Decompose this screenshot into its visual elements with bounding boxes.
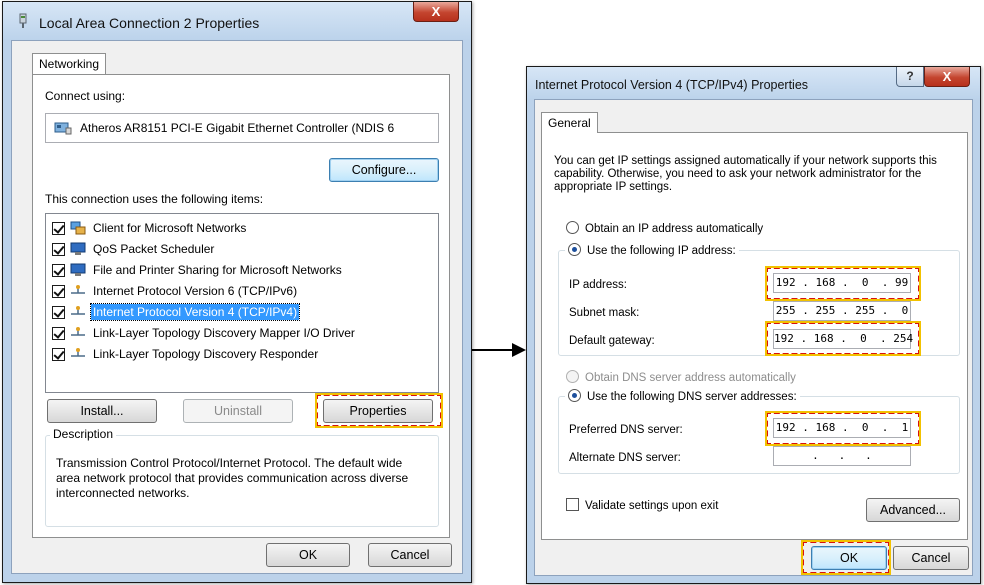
protocol-icon xyxy=(70,326,86,340)
list-item[interactable]: Link-Layer Topology Discovery Mapper I/O… xyxy=(52,323,357,343)
description-group: Description Transmission Control Protoco… xyxy=(45,427,439,527)
item-label: Internet Protocol Version 4 (TCP/IPv4) xyxy=(89,303,301,321)
use-dns-radio[interactable]: Use the following DNS server addresses: xyxy=(565,389,800,403)
advanced-button[interactable]: Advanced... xyxy=(866,498,960,522)
ok-button[interactable]: OK xyxy=(811,546,887,570)
item-label: Link-Layer Topology Discovery Responder xyxy=(93,347,319,361)
install-button[interactable]: Install... xyxy=(47,399,157,423)
properties-button[interactable]: Properties xyxy=(323,399,433,423)
tab-networking[interactable]: Networking xyxy=(32,53,107,74)
ip-settings-group: Use the following IP address: IP address… xyxy=(558,243,960,356)
item-checkbox[interactable] xyxy=(52,347,65,361)
ip-address-field[interactable]: 192 . 168 . 0 . 99 xyxy=(773,273,911,293)
protocol-icon xyxy=(70,284,86,298)
close-icon: X xyxy=(431,4,441,19)
item-label: QoS Packet Scheduler xyxy=(93,242,215,256)
computer-icon xyxy=(70,263,86,277)
dialog-body: General You can get IP settings assigned… xyxy=(534,99,973,576)
network-adapter-icon xyxy=(19,13,27,28)
dialog-body: Networking Connect using: Atheros AR8151… xyxy=(11,40,463,574)
computer-icon xyxy=(70,242,86,256)
list-item[interactable]: Internet Protocol Version 6 (TCP/IPv6) xyxy=(52,281,299,301)
items-label: This connection uses the following items… xyxy=(45,192,264,206)
item-label: Client for Microsoft Networks xyxy=(93,221,247,235)
general-panel: You can get IP settings assigned automat… xyxy=(541,132,968,540)
description-text: Transmission Control Protocol/Internet P… xyxy=(56,456,409,500)
cancel-button[interactable]: Cancel xyxy=(368,543,452,567)
title-bar[interactable]: Local Area Connection 2 Properties X xyxy=(3,2,471,40)
list-item[interactable]: Client for Microsoft Networks xyxy=(52,218,248,238)
item-checkbox[interactable] xyxy=(52,326,65,340)
protocol-icon xyxy=(70,305,86,319)
close-button[interactable]: X xyxy=(924,67,970,87)
networking-panel: Connect using: Atheros AR8151 PCI-E Giga… xyxy=(32,74,450,538)
close-button[interactable]: X xyxy=(413,2,459,22)
default-gateway-label: Default gateway: xyxy=(569,335,655,347)
item-checkbox[interactable] xyxy=(52,284,65,298)
help-icon: ? xyxy=(906,69,914,83)
arrow-right-icon xyxy=(472,343,526,357)
list-item[interactable]: QoS Packet Scheduler xyxy=(52,239,216,259)
ip-address-label: IP address: xyxy=(569,279,627,291)
list-item[interactable]: File and Printer Sharing for Microsoft N… xyxy=(52,260,344,280)
window-title: Internet Protocol Version 4 (TCP/IPv4) P… xyxy=(535,78,809,92)
item-checkbox[interactable] xyxy=(52,242,65,256)
title-bar[interactable]: Internet Protocol Version 4 (TCP/IPv4) P… xyxy=(527,67,980,99)
tab-general[interactable]: General xyxy=(541,112,598,133)
preferred-dns-field[interactable]: 192 . 168 . 0 . 1 xyxy=(773,418,911,438)
item-label: File and Printer Sharing for Microsoft N… xyxy=(93,263,342,277)
uninstall-button[interactable]: Uninstall xyxy=(183,399,293,423)
local-area-connection-properties-window: Local Area Connection 2 Properties X Net… xyxy=(2,1,472,583)
adapter-name: Atheros AR8151 PCI-E Gigabit Ethernet Co… xyxy=(80,121,395,135)
item-checkbox[interactable] xyxy=(52,263,65,277)
list-item[interactable]: Link-Layer Topology Discovery Responder xyxy=(52,344,320,364)
preferred-dns-label: Preferred DNS server: xyxy=(569,424,683,436)
protocol-icon xyxy=(70,347,86,361)
validate-checkbox[interactable]: Validate settings upon exit xyxy=(566,498,718,512)
window-title: Local Area Connection 2 Properties xyxy=(39,15,260,31)
item-label: Link-Layer Topology Discovery Mapper I/O… xyxy=(93,326,355,340)
use-ip-radio[interactable]: Use the following IP address: xyxy=(565,243,739,257)
network-client-icon xyxy=(70,221,86,235)
dns-settings-group: Use the following DNS server addresses: … xyxy=(558,389,960,474)
cancel-button[interactable]: Cancel xyxy=(893,546,969,570)
help-button[interactable]: ? xyxy=(896,67,924,87)
ipv4-properties-window: Internet Protocol Version 4 (TCP/IPv4) P… xyxy=(526,66,981,584)
obtain-dns-radio[interactable]: Obtain DNS server address automatically xyxy=(566,370,796,384)
configure-button[interactable]: Configure... xyxy=(329,158,439,182)
item-label: Internet Protocol Version 6 (TCP/IPv6) xyxy=(93,284,298,298)
adapter-field[interactable]: Atheros AR8151 PCI-E Gigabit Ethernet Co… xyxy=(45,113,439,143)
alternate-dns-field[interactable]: . . . xyxy=(773,446,911,466)
ok-button[interactable]: OK xyxy=(266,543,350,567)
connect-using-label: Connect using: xyxy=(45,89,126,103)
close-icon: X xyxy=(942,69,952,84)
connection-items-list[interactable]: Client for Microsoft Networks QoS Packet … xyxy=(45,213,439,393)
intro-text: You can get IP settings assigned automat… xyxy=(554,155,937,193)
list-item[interactable]: Internet Protocol Version 4 (TCP/IPv4) xyxy=(52,302,301,322)
subnet-mask-label: Subnet mask: xyxy=(569,307,640,319)
default-gateway-field[interactable]: 192 . 168 . 0 . 254 xyxy=(773,329,913,349)
obtain-ip-radio[interactable]: Obtain an IP address automatically xyxy=(566,221,763,235)
subnet-mask-field[interactable]: 255 . 255 . 255 . 0 xyxy=(773,301,911,321)
item-checkbox[interactable] xyxy=(52,221,65,235)
item-checkbox[interactable] xyxy=(52,305,65,319)
description-title: Description xyxy=(50,427,117,441)
network-card-icon xyxy=(54,122,72,135)
alternate-dns-label: Alternate DNS server: xyxy=(569,452,681,464)
